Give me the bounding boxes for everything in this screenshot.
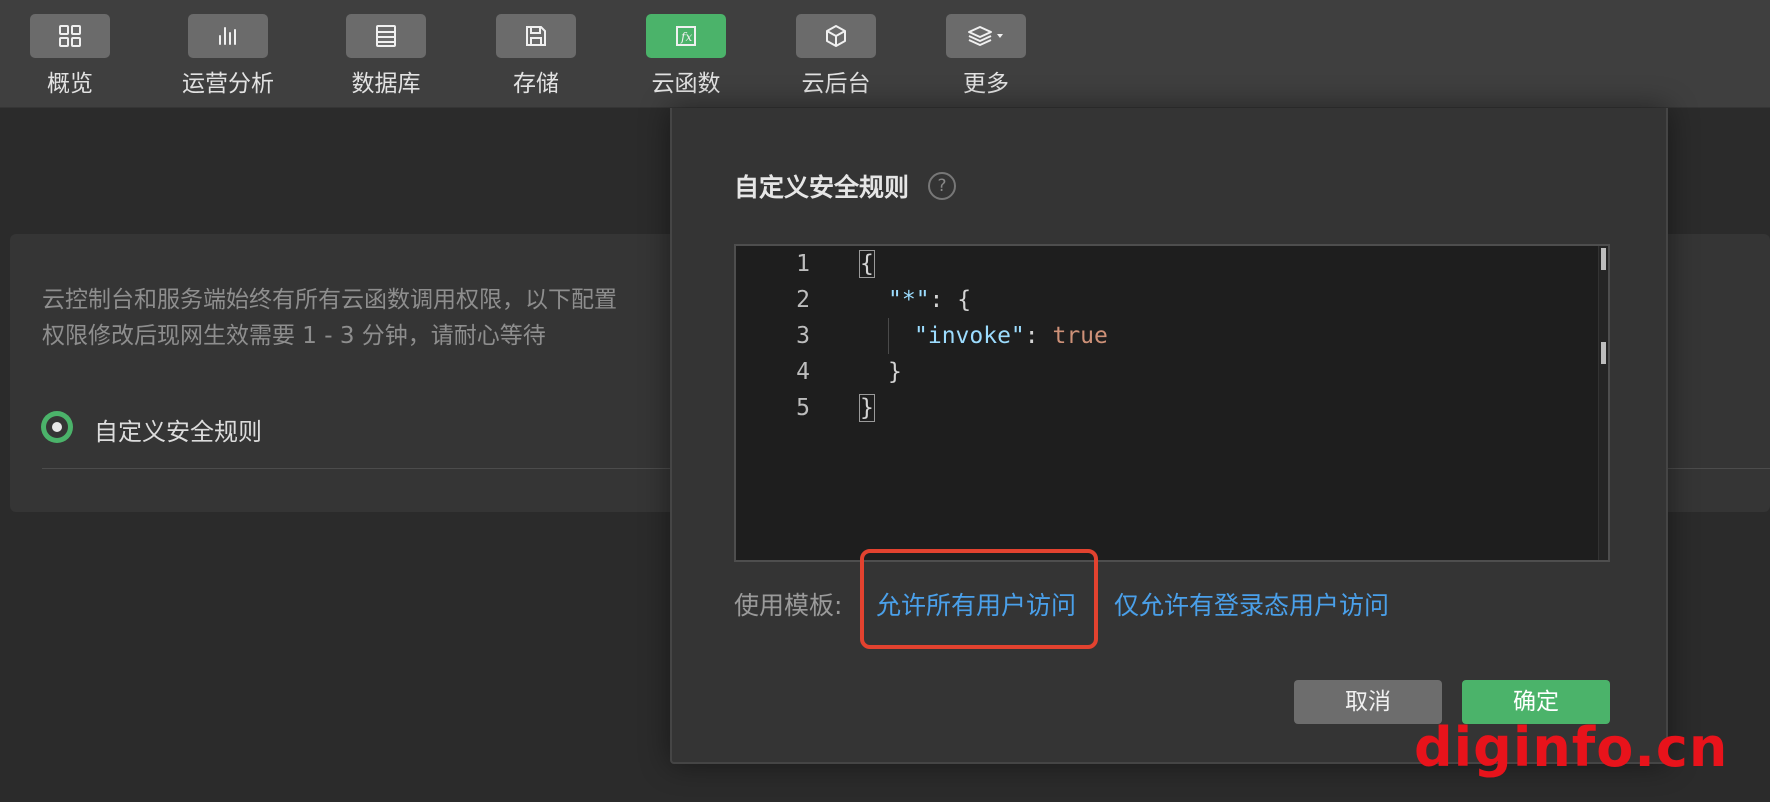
json-value: true	[1052, 323, 1108, 349]
database-icon	[376, 25, 396, 47]
toolbar-item-storage[interactable]: 存储	[496, 14, 576, 98]
dialog-title: 自定义安全规则	[734, 173, 910, 202]
code-line: 4 }	[736, 354, 1596, 390]
cube-icon	[826, 25, 846, 47]
code-token: }	[859, 394, 875, 422]
toolbar-label: 更多	[963, 71, 1009, 97]
toolbar-item-overview[interactable]: 概览	[30, 14, 110, 98]
toolbar-label: 数据库	[351, 71, 421, 97]
grid-icon	[59, 25, 81, 47]
overview-button[interactable]	[30, 14, 110, 58]
toolbar-label: 云后台	[801, 71, 871, 97]
permission-delay-note: 权限修改后现网生效需要 1 - 3 分钟，请耐心等待	[42, 323, 546, 349]
toolbar-label: 存储	[513, 71, 559, 97]
scroll-marker	[1601, 248, 1606, 270]
save-icon	[526, 26, 546, 46]
custom-rule-radio-label: 自定义安全规则	[94, 418, 262, 446]
scroll-marker	[1601, 342, 1606, 364]
editor-scrollbar[interactable]	[1598, 246, 1608, 560]
custom-rule-radio[interactable]	[41, 411, 73, 443]
template-label: 使用模板:	[734, 591, 843, 620]
code-line: 3 "invoke": true	[736, 318, 1596, 354]
toolbar-item-more[interactable]: 更多	[946, 14, 1026, 98]
permission-description: 云控制台和服务端始终有所有云函数调用权限，以下配置	[42, 287, 617, 313]
code-token: {	[859, 250, 875, 278]
toolbar-label: 云函数	[651, 71, 721, 97]
toolbar-item-cloud-admin[interactable]: 云后台	[796, 14, 876, 98]
analytics-button[interactable]	[188, 14, 268, 58]
template-logged-in-link[interactable]: 仅允许有登录态用户访问	[1114, 586, 1389, 622]
code-line: 5 }	[736, 390, 1596, 426]
watermark-text: diginfo.cn	[1414, 716, 1729, 779]
toolbar-item-cloud-functions[interactable]: fx 云函数	[646, 14, 726, 98]
rule-code-editor[interactable]: 1 { 2 "*": { 3 "invoke": true 4 } 5 }	[734, 244, 1610, 562]
svg-text:fx: fx	[680, 30, 692, 44]
line-number: 2	[796, 287, 810, 313]
security-rule-dialog: 自定义安全规则 ? 1 { 2 "*": { 3 "invoke": true …	[670, 108, 1668, 764]
code-token: :	[1024, 323, 1053, 349]
cloud-admin-button[interactable]	[796, 14, 876, 58]
help-icon[interactable]: ?	[928, 172, 956, 200]
code-token: }	[888, 359, 902, 385]
bar-chart-icon	[219, 27, 236, 45]
code-line: 2 "*": {	[736, 282, 1596, 318]
top-toolbar: 概览 运营分析 数据库 存储 fx 云函数 云后台 更多	[0, 0, 1770, 108]
toolbar-label: 运营分析	[182, 71, 274, 97]
code-token: : {	[929, 287, 972, 313]
toolbar-item-analytics[interactable]: 运营分析	[182, 14, 274, 98]
json-key: "invoke"	[914, 323, 1025, 349]
database-button[interactable]	[346, 14, 426, 58]
toolbar-label: 概览	[47, 71, 93, 97]
more-button[interactable]	[946, 14, 1026, 58]
line-number: 5	[796, 395, 810, 421]
storage-button[interactable]	[496, 14, 576, 58]
line-number: 3	[796, 323, 810, 349]
layers-dropdown-icon	[968, 26, 1003, 46]
toolbar-item-database[interactable]: 数据库	[346, 14, 426, 98]
annotation-highlight-box	[860, 549, 1098, 649]
json-key: "*"	[888, 287, 930, 313]
line-number: 1	[796, 251, 810, 277]
line-number: 4	[796, 359, 810, 385]
cloud-functions-button[interactable]: fx	[646, 14, 726, 58]
function-icon: fx	[676, 26, 696, 46]
code-line: 1 {	[736, 246, 1596, 282]
